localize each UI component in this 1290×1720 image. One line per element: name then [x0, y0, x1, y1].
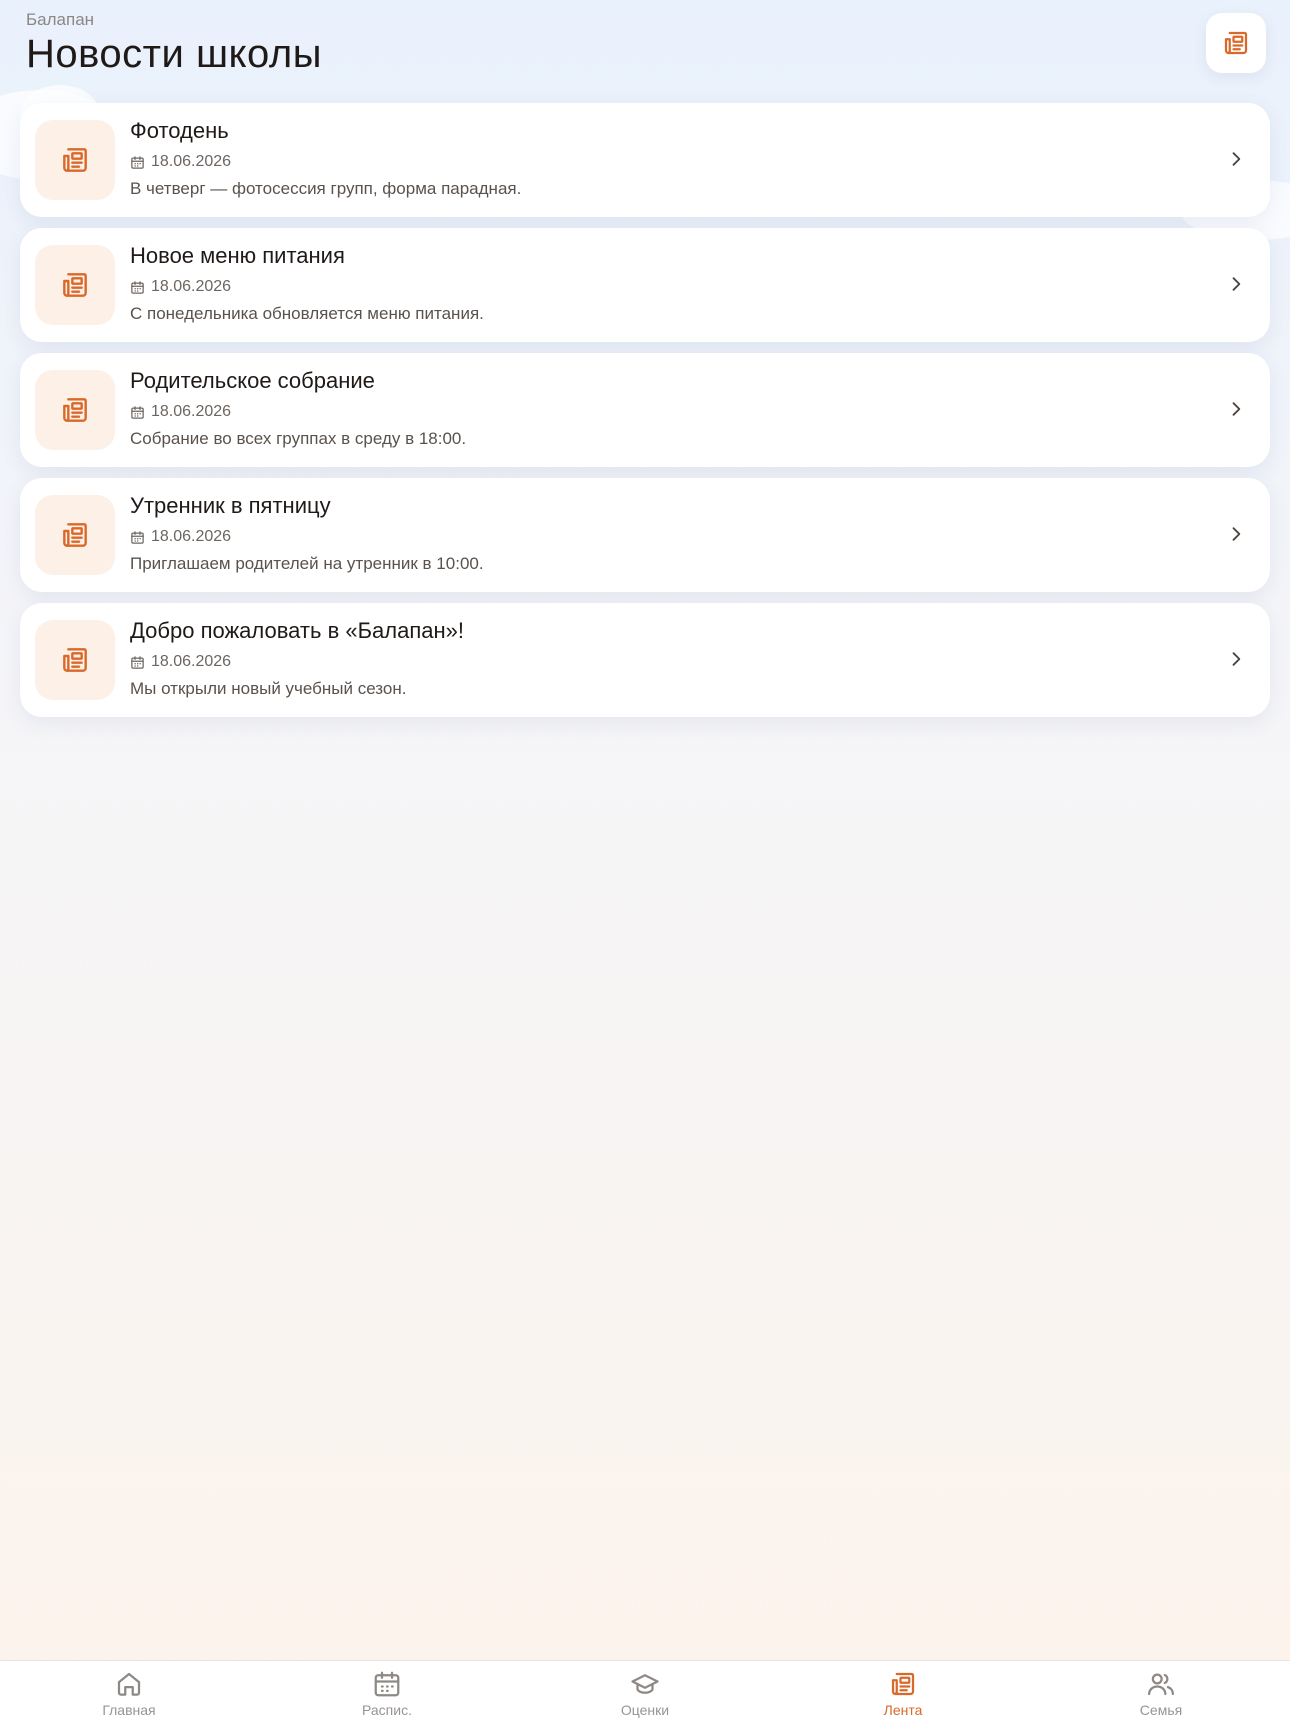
news-list: Фотодень 18.06.2026 В четверг — фотосесс… [20, 103, 1270, 728]
tab-label: Лента [883, 1702, 923, 1718]
calendar-icon [131, 155, 144, 169]
news-date: 18.06.2026 [151, 403, 232, 420]
tab-family[interactable]: Семья [1032, 1661, 1290, 1720]
news-date: 18.06.2026 [151, 528, 232, 545]
news-icon-box [35, 620, 115, 700]
calendar-icon [131, 530, 144, 544]
calendar-icon [131, 655, 144, 669]
tab-feed[interactable]: Лента [774, 1661, 1032, 1720]
newspaper-icon [63, 273, 87, 297]
news-card[interactable]: Добро пожаловать в «Балапан»! 18.06.2026… [20, 603, 1270, 717]
news-text: Приглашаем родителей на утренник в 10:00… [130, 554, 484, 573]
newspaper-icon [63, 648, 87, 672]
tab-label: Семья [1139, 1702, 1183, 1718]
tab-label: Главная [102, 1702, 156, 1718]
news-date-row: 18.06.2026 [130, 653, 231, 671]
page-header: Балапан Новости школы [26, 8, 1266, 88]
newspaper-icon [63, 523, 87, 547]
newspaper-icon [63, 148, 87, 172]
calendar-icon [131, 405, 144, 419]
tab-schedule[interactable]: Распис. [258, 1661, 516, 1720]
news-date-row: 18.06.2026 [130, 278, 231, 296]
news-date-row: 18.06.2026 [130, 528, 231, 546]
news-date: 18.06.2026 [151, 653, 232, 670]
news-title: Фотодень [130, 118, 229, 143]
calendar-icon [131, 280, 144, 294]
chevron-right-icon [1224, 397, 1248, 421]
chevron-right-icon [1224, 647, 1248, 671]
newspaper-icon [63, 398, 87, 422]
chevron-right-icon [1224, 272, 1248, 296]
news-title: Новое меню питания [130, 243, 345, 268]
news-icon-box [35, 245, 115, 325]
news-date-row: 18.06.2026 [130, 153, 231, 171]
news-title: Добро пожаловать в «Балапан»! [130, 618, 465, 643]
calendar-icon [374, 1671, 400, 1697]
news-date-row: 18.06.2026 [130, 403, 231, 421]
chevron-right-icon [1224, 522, 1248, 546]
news-icon-box [35, 370, 115, 450]
tab-label: Оценки [620, 1702, 670, 1718]
news-date: 18.06.2026 [151, 153, 232, 170]
tab-grades[interactable]: Оценки [516, 1661, 774, 1720]
news-title: Родительское собрание [130, 368, 375, 393]
tab-label: Распис. [362, 1702, 412, 1718]
newspaper-icon [891, 1672, 915, 1696]
news-icon-box [35, 495, 115, 575]
news-text: В четверг — фотосессия групп, форма пара… [130, 179, 522, 198]
news-text: Собрание во всех группах в среду в 18:00… [130, 429, 467, 448]
graduation-cap-icon [631, 1674, 659, 1694]
news-title: Утренник в пятницу [130, 493, 331, 518]
news-date: 18.06.2026 [151, 278, 232, 295]
news-card[interactable]: Фотодень 18.06.2026 В четверг — фотосесс… [20, 103, 1270, 217]
news-card[interactable]: Новое меню питания 18.06.2026 С понедель… [20, 228, 1270, 342]
app-name: Балапан [26, 10, 95, 29]
news-text: С понедельника обновляется меню питания. [130, 304, 484, 323]
page-title: Новости школы [26, 32, 322, 76]
news-action-button[interactable] [1206, 13, 1266, 73]
news-icon-box [35, 120, 115, 200]
news-card[interactable]: Утренник в пятницу 18.06.2026 Приглашаем… [20, 478, 1270, 592]
home-icon [117, 1672, 141, 1696]
news-text: Мы открыли новый учебный сезон. [130, 679, 407, 698]
newspaper-icon [1224, 31, 1248, 55]
users-icon [1148, 1673, 1174, 1696]
news-card[interactable]: Родительское собрание 18.06.2026 Собрани… [20, 353, 1270, 467]
bottom-tab-bar: Главная Распис. Оценки Лента Семья [0, 1660, 1290, 1720]
chevron-right-icon [1224, 147, 1248, 171]
tab-home[interactable]: Главная [0, 1661, 258, 1720]
